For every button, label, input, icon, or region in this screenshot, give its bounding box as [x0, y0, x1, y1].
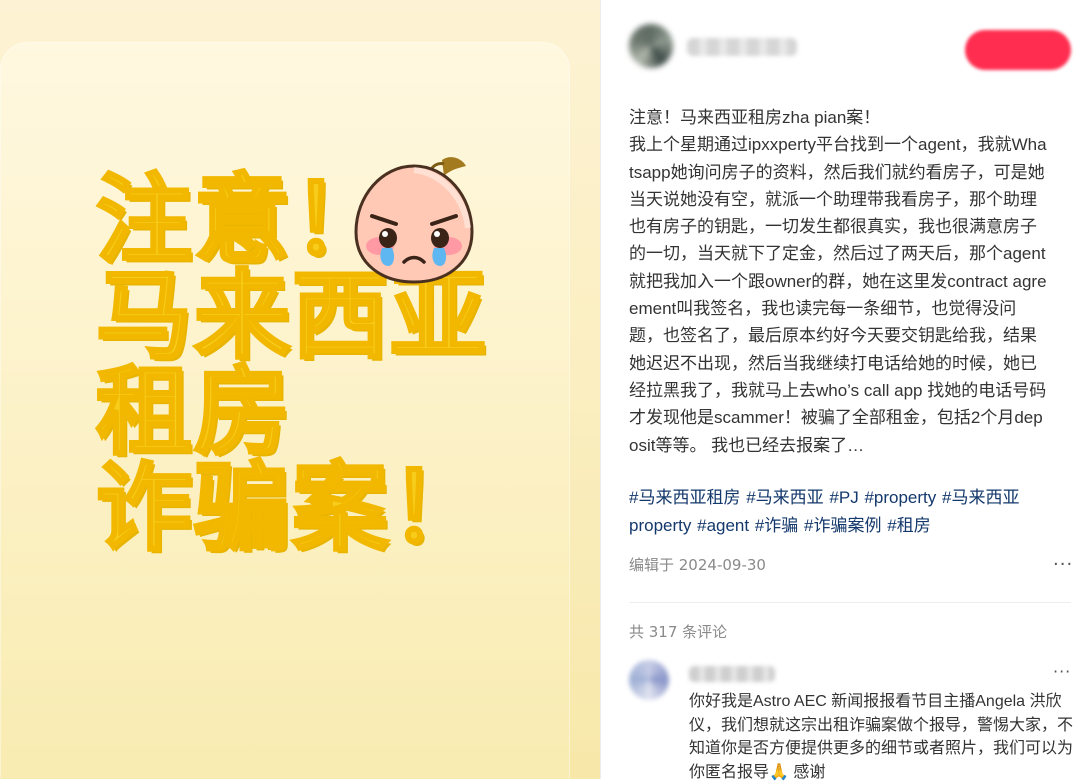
comment-text: 你好我是Astro AEC 新闻报报看节目主播Angela 洪欣仪，我们想就这宗…	[689, 693, 1074, 781]
commenter-avatar[interactable]	[629, 660, 669, 700]
headline-line: 租房	[95, 356, 292, 468]
post-title: 注意！马来西亚租房zha pian案！	[629, 108, 881, 127]
post-content: 我上个星期通过ipxxperty平台找到一个agent，我就Whatsapp她询…	[629, 135, 1047, 455]
follow-button[interactable]	[965, 30, 1071, 70]
hashtag-link[interactable]: #诈骗	[755, 516, 798, 535]
headline-line: 诈骗案！	[95, 452, 488, 564]
hashtag-link[interactable]: #马来西亚	[746, 488, 823, 507]
post-body: 注意！马来西亚租房zha pian案！ 我上个星期通过ipxxperty平台找到…	[629, 104, 1049, 459]
hashtag-link[interactable]: #马来西亚租房	[629, 488, 740, 507]
hashtag-link[interactable]: #租房	[887, 516, 930, 535]
more-options-icon[interactable]: ···	[1053, 554, 1073, 575]
comment-count: 共 317 条评论	[629, 623, 728, 641]
post-tags: #马来西亚租房 #马来西亚 #PJ #property #马来西亚propert…	[629, 484, 1059, 539]
hashtag-link[interactable]: #agent	[697, 516, 749, 535]
author-name[interactable]	[687, 38, 797, 56]
hashtag-link[interactable]: #诈骗案例	[804, 516, 881, 535]
crying-peach-emoji-icon	[354, 157, 474, 284]
comment-more-icon[interactable]: ···	[1053, 662, 1071, 681]
commenter-name[interactable]	[689, 666, 775, 682]
post-image[interactable]: 注意！ 马来西亚 租房 诈骗案！	[0, 0, 600, 779]
divider	[629, 602, 1071, 603]
hashtag-link[interactable]: #property	[864, 488, 936, 507]
post-detail-panel: 注意！马来西亚租房zha pian案！ 我上个星期通过ipxxperty平台找到…	[600, 0, 1080, 781]
author-avatar[interactable]	[629, 24, 673, 68]
hashtag-link[interactable]: #PJ	[829, 488, 858, 507]
edit-date: 编辑于 2024-09-30	[629, 556, 766, 574]
